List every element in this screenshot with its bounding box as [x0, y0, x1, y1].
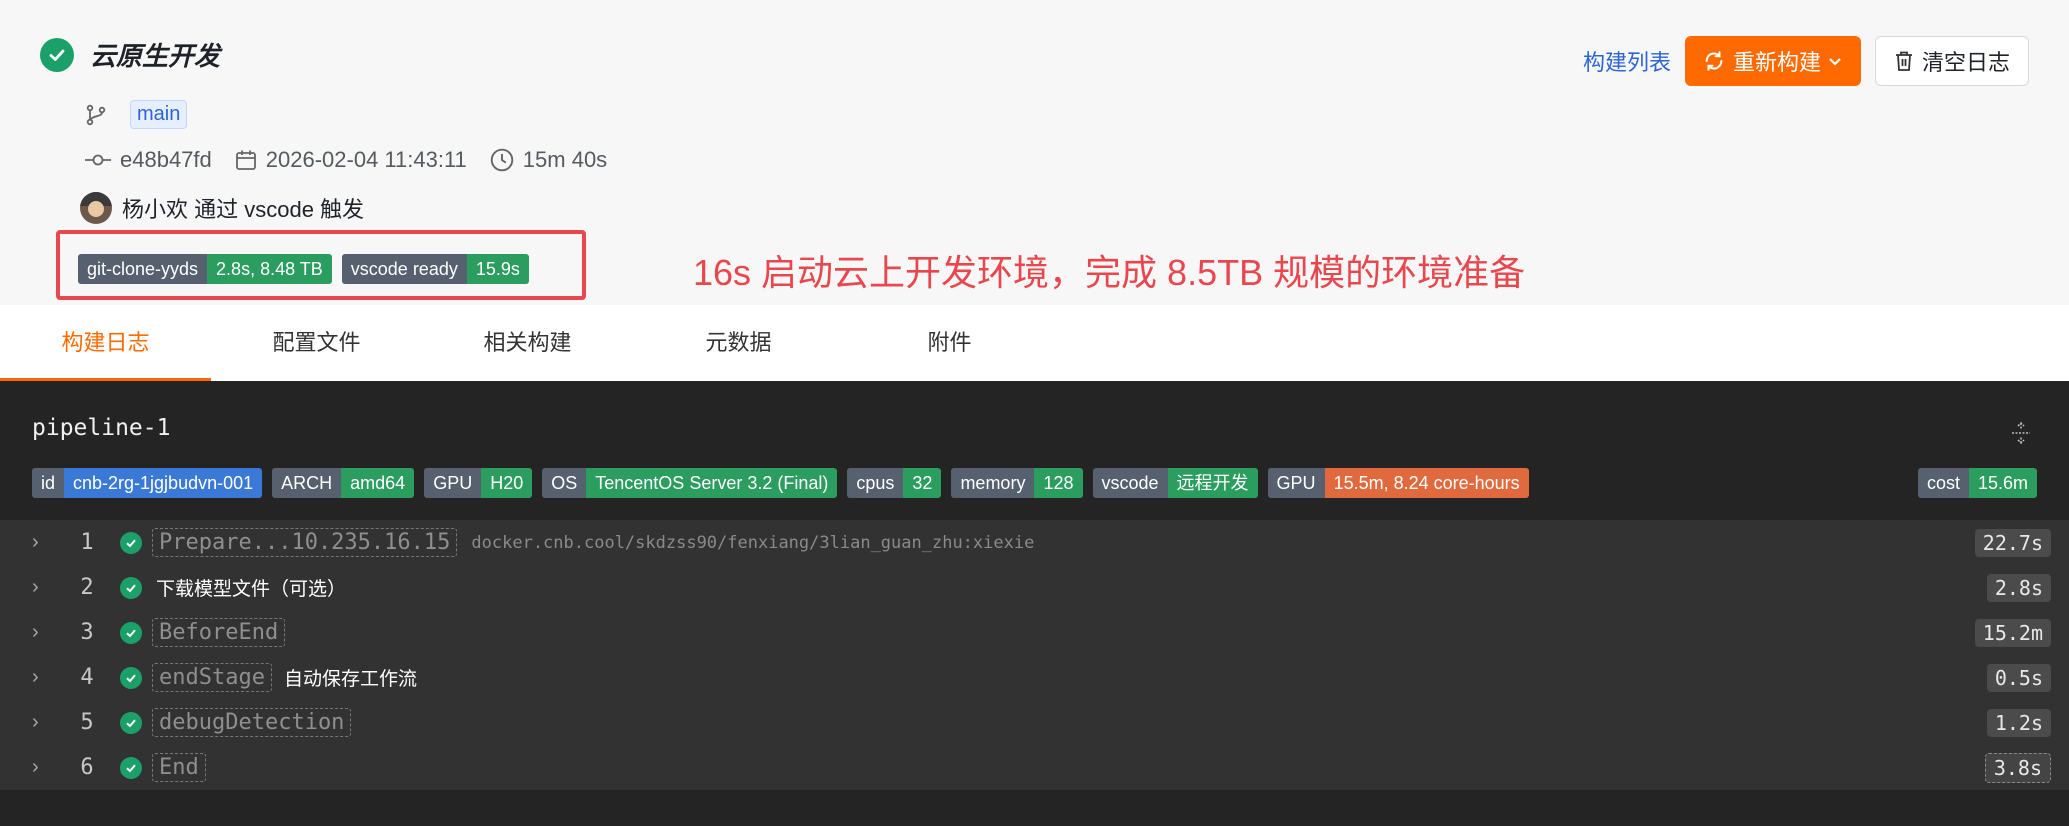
trash-icon: [1894, 50, 1914, 72]
branch-row: main: [84, 100, 188, 129]
branch-tag[interactable]: main: [130, 100, 188, 129]
badge-cost: cost 15.6m: [1917, 468, 2037, 498]
step-name: End: [152, 753, 206, 782]
build-title-row: 云原生开发: [40, 36, 220, 73]
trigger-text: 杨小欢 通过 vscode 触发: [122, 197, 365, 222]
success-icon: [120, 531, 142, 554]
chevron-right-icon[interactable]: ›: [32, 711, 39, 734]
annotation-text: 16s 启动云上开发环境，完成 8.5TB 规模的环境准备: [693, 252, 1526, 293]
step-row[interactable]: › 3 BeforeEnd 15.2m: [0, 610, 2069, 655]
step-duration: 22.7s: [1974, 528, 2051, 557]
rebuild-button[interactable]: 重新构建: [1684, 36, 1861, 86]
step-row[interactable]: › 4 endStage 自动保存工作流 0.5s: [0, 655, 2069, 700]
pipeline-badges: id cnb-2rg-1jgjbudvn-001 ARCH amd64 GPU H20…: [32, 468, 1539, 498]
chevron-right-icon[interactable]: ›: [32, 621, 39, 644]
step-name: BeforeEnd: [152, 618, 286, 647]
chevron-right-icon[interactable]: ›: [32, 576, 39, 599]
clear-log-button[interactable]: 清空日志: [1874, 36, 2029, 86]
commit-row: e48b47fd 2026-02-04 11:43:11 15m 40s: [84, 147, 607, 173]
step-list: › 1 Prepare...10.235.16.15 docker.cnb.co…: [0, 520, 2069, 790]
tab-config-file[interactable]: 配置文件: [211, 305, 422, 381]
step-duration: 15.2m: [1974, 618, 2051, 647]
expand-collapse-icon[interactable]: [2009, 421, 2033, 450]
trigger-row: 杨小欢 通过 vscode 触发: [80, 192, 364, 224]
chevron-right-icon[interactable]: ›: [32, 531, 39, 554]
step-name: endStage: [152, 663, 272, 692]
chevron-down-icon: [1827, 53, 1843, 69]
build-title: 云原生开发: [90, 41, 221, 71]
git-branch-icon: [84, 103, 108, 127]
build-datetime: 2026-02-04 11:43:11: [265, 147, 467, 172]
clock-icon: [489, 147, 515, 173]
top-badges: git-clone-yyds 2.8s, 8.48 TB vscode ready…: [78, 254, 539, 284]
badge-cpus: cpus 32: [847, 468, 942, 498]
step-name: Prepare...10.235.16.15: [152, 528, 458, 557]
step-row[interactable]: › 2 下载模型文件（可选） 2.8s: [0, 565, 2069, 610]
badge-git-clone: git-clone-yyds 2.8s, 8.48 TB: [78, 254, 332, 284]
step-row[interactable]: › 1 Prepare...10.235.16.15 docker.cnb.co…: [0, 520, 2069, 565]
commit-hash[interactable]: e48b47fd: [120, 147, 212, 173]
pipeline-name: pipeline-1: [32, 415, 171, 441]
refresh-icon: [1703, 50, 1725, 72]
tab-metadata[interactable]: 元数据: [633, 305, 844, 381]
avatar: [80, 192, 112, 224]
tab-related-builds[interactable]: 相关构建: [422, 305, 633, 381]
log-panel: pipeline-1 id cnb-2rg-1jgjbudvn-001 ARCH a…: [0, 381, 2069, 826]
calendar-icon: [234, 148, 258, 172]
success-icon: [120, 756, 142, 779]
success-icon: [120, 576, 142, 599]
build-header: 云原生开发 main e48b47fd 2026-02-04 11:43:11 …: [0, 0, 2069, 305]
success-icon: [120, 666, 142, 689]
build-duration: 15m 40s: [522, 147, 608, 172]
tab-bar: 构建日志 配置文件 相关构建 元数据 附件: [0, 305, 2069, 382]
step-duration: 1.2s: [1986, 708, 2051, 737]
badge-vscode-ready: vscode ready 15.9s: [341, 254, 529, 284]
step-duration: 0.5s: [1986, 663, 2051, 692]
chevron-right-icon[interactable]: ›: [32, 756, 39, 779]
badge-gpu-usage: GPU 15.5m, 8.24 core-hours: [1267, 468, 1529, 498]
success-icon: [40, 37, 74, 72]
badge-arch: ARCH amd64: [272, 468, 415, 498]
step-duration: 2.8s: [1986, 573, 2051, 602]
badge-os: OS TencentOS Server 3.2 (Final): [542, 468, 838, 498]
commit-icon: [84, 148, 112, 172]
success-icon: [120, 621, 142, 644]
badge-memory: memory 128: [951, 468, 1083, 498]
badge-id: id cnb-2rg-1jgjbudvn-001: [32, 468, 263, 498]
step-description: 自动保存工作流: [283, 669, 417, 690]
step-label: 下载模型文件（可选）: [156, 579, 347, 600]
step-image: docker.cnb.cool/skdzss90/fenxiang/3lian_…: [471, 532, 1035, 553]
build-list-link[interactable]: 构建列表: [1583, 45, 1671, 77]
step-row[interactable]: › 5 debugDetection 1.2s: [0, 700, 2069, 745]
success-icon: [120, 711, 142, 734]
chevron-right-icon[interactable]: ›: [32, 666, 39, 689]
badge-gpu: GPU H20: [424, 468, 533, 498]
step-duration: 3.8s: [1984, 752, 2051, 783]
header-actions: 构建列表 重新构建 清空日志: [1583, 36, 2029, 86]
step-row[interactable]: › 6 End 3.8s: [0, 745, 2069, 790]
badge-vscode: vscode 远程开发: [1092, 468, 1258, 498]
tab-attachments[interactable]: 附件: [844, 305, 1055, 381]
tab-build-log[interactable]: 构建日志: [0, 305, 211, 381]
step-name: debugDetection: [152, 708, 352, 737]
